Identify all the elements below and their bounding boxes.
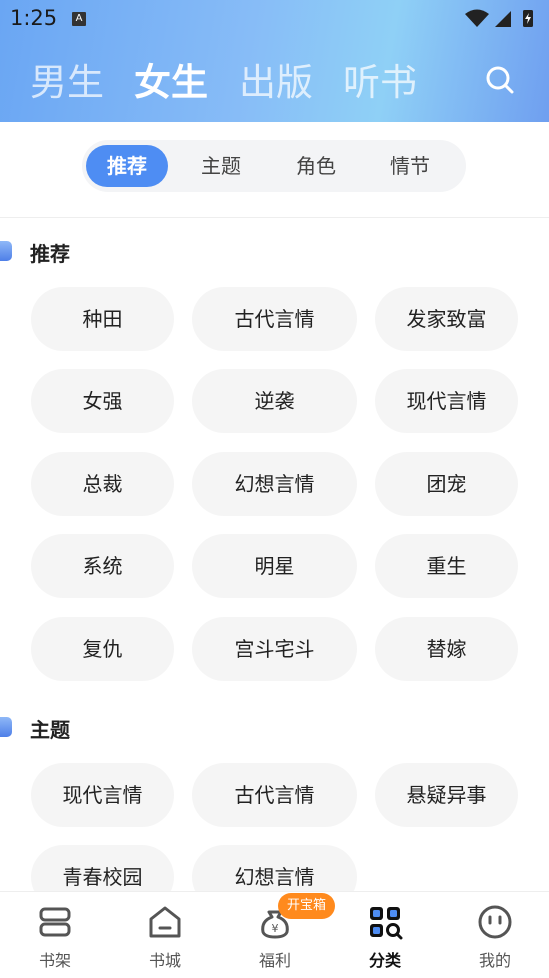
svg-text:¥: ¥ [272,922,279,935]
section-marker [0,717,12,737]
bookshelf-icon [39,907,71,937]
tab-audiobook[interactable]: 听书 [343,52,417,106]
tag-chip[interactable]: 团宠 [375,452,518,516]
tag-chip[interactable]: 逆袭 [192,369,357,433]
open-treasure-badge[interactable]: 开宝箱 [278,893,336,919]
tag-chip[interactable]: 悬疑异事 [375,763,518,827]
tag-chip[interactable]: 宫斗宅斗 [192,617,357,681]
nav-label: 福利 [258,951,291,970]
tag-chip[interactable]: 替嫁 [375,617,518,681]
tag-chip[interactable]: 明星 [192,534,357,598]
nav-profile[interactable]: 我的 [440,892,549,978]
tag-chip[interactable]: 幻想言情 [192,452,357,516]
tag-chip[interactable]: 古代言情 [192,287,357,351]
section-title-theme: 主题 [30,718,70,742]
tab-female[interactable]: 女生 [134,52,208,106]
tag-chip[interactable]: 古代言情 [192,763,357,827]
segment-role[interactable]: 角色 [273,145,359,187]
section-marker [0,241,12,261]
tag-chip[interactable]: 发家致富 [375,287,518,351]
tag-chip[interactable]: 现代言情 [375,369,518,433]
nav-label: 书城 [148,951,181,970]
home-icon [149,906,181,938]
nav-label: 分类 [368,951,401,970]
subcategory-segmented-control: 推荐 主题 角色 情节 [82,140,466,192]
nav-label: 书架 [38,951,71,970]
nav-bookstore[interactable]: 书城 [110,892,220,978]
search-icon[interactable] [484,64,516,96]
bottom-navigation: 书架 书城 ¥ 福利 分类 我的 [0,891,549,978]
nav-category[interactable]: 分类 [330,892,440,978]
status-bar: 1:25 A [0,0,549,38]
tag-chip[interactable]: 种田 [31,287,174,351]
segment-theme[interactable]: 主题 [178,145,264,187]
tag-chip[interactable]: 重生 [375,534,518,598]
divider [0,217,549,218]
header: 1:25 A 男生 女生 出版 听书 [0,0,549,122]
tag-chip[interactable]: 总裁 [31,452,174,516]
nav-label: 我的 [478,951,511,970]
tag-chip[interactable]: 女强 [31,369,174,433]
notification-a-icon: A [72,12,86,26]
tab-publish[interactable]: 出版 [239,52,313,106]
tag-chip[interactable]: 复仇 [31,617,174,681]
tab-male[interactable]: 男生 [30,52,104,106]
segment-plot[interactable]: 情节 [367,145,453,187]
section-title-recommend: 推荐 [30,242,70,266]
tag-chip[interactable]: 系统 [31,534,174,598]
profile-face-icon [478,905,512,939]
category-grid-icon [370,907,403,940]
segment-recommend[interactable]: 推荐 [86,145,168,187]
nav-bookshelf[interactable]: 书架 [0,892,110,978]
system-status-icons [465,9,533,27]
status-time: 1:25 [10,6,58,30]
tag-chip[interactable]: 现代言情 [31,763,174,827]
